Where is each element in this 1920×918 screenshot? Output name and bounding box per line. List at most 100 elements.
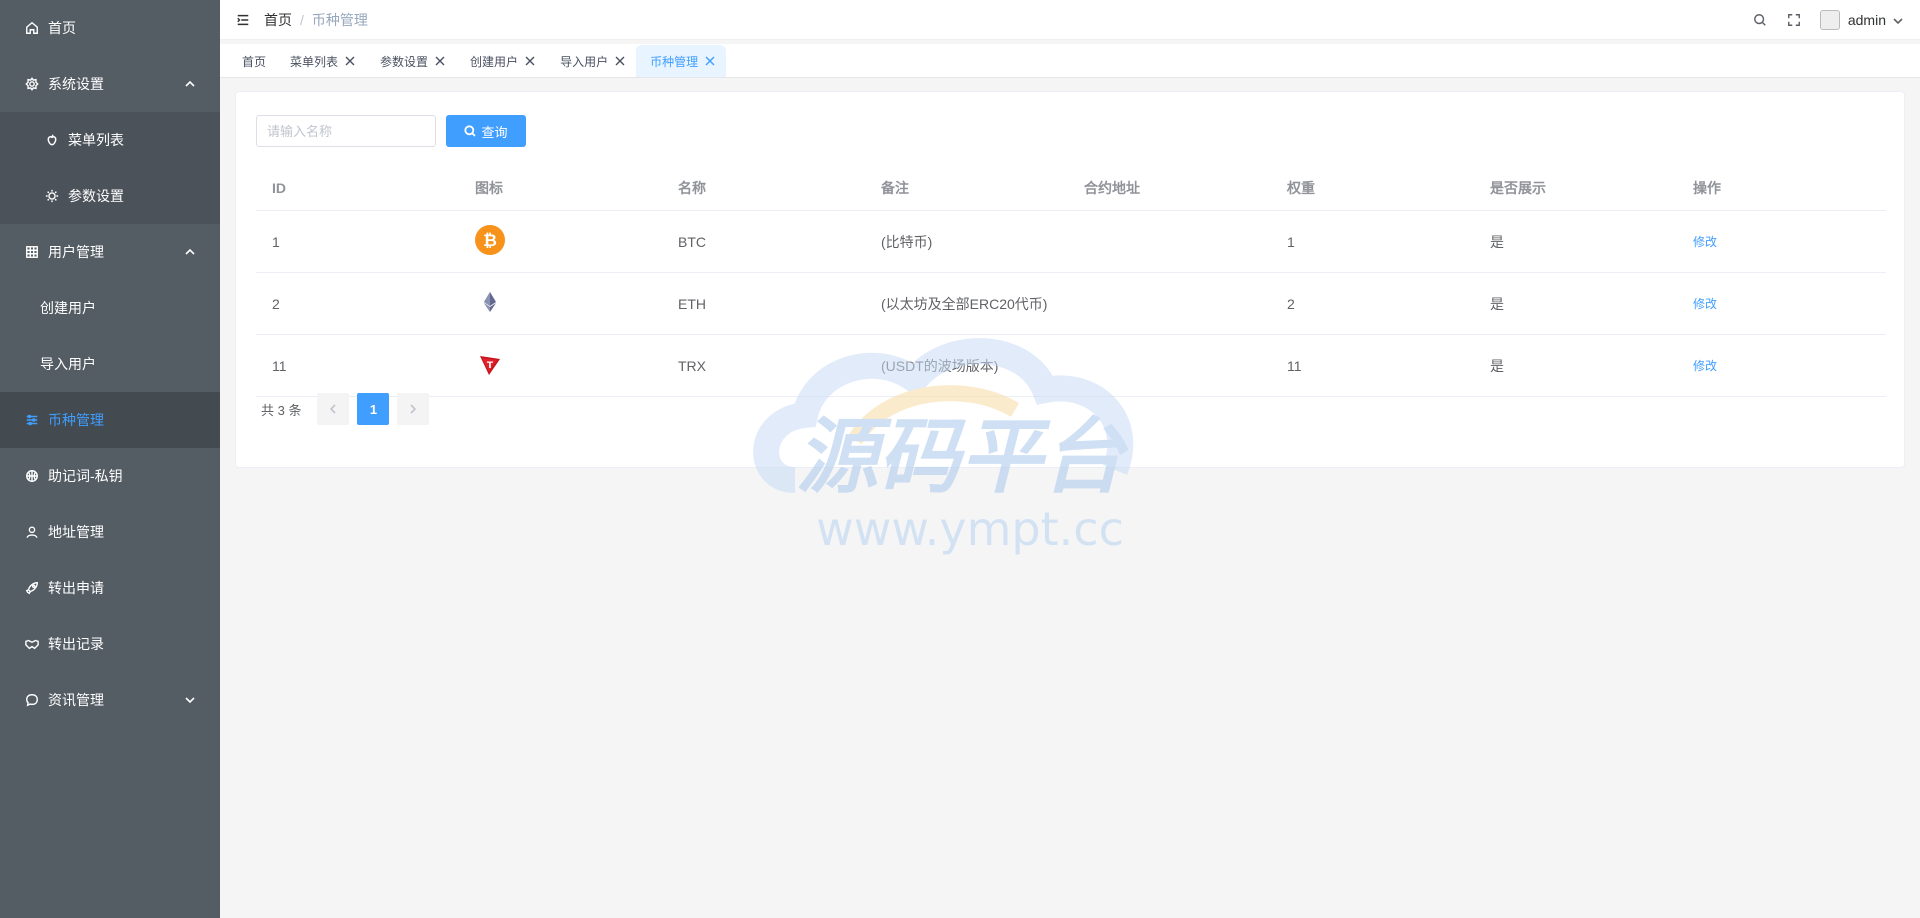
cell-remark: (比特币): [881, 233, 933, 250]
chevron-down-icon: [184, 693, 198, 707]
user-name[interactable]: admin: [1848, 12, 1886, 28]
cell-weight: 2: [1287, 295, 1295, 312]
sidebar-item-user-management[interactable]: 用户管理: [0, 224, 220, 280]
sidebar-item-label: 用户管理: [48, 244, 104, 260]
sidebar: 首页 系统设置 菜单列表 参数设置 用户管理 创建用户 导入用户 币种管理 助记: [0, 0, 220, 918]
cell-actions: 修改: [1677, 357, 1877, 374]
gear-icon: [24, 76, 40, 92]
breadcrumb-separator: /: [300, 11, 304, 28]
cell-icon: T: [459, 349, 662, 382]
sidebar-item-label: 系统设置: [48, 76, 104, 92]
close-icon[interactable]: [434, 55, 446, 67]
cell-remark: (USDT的波场版本): [881, 357, 999, 374]
breadcrumb: 首页 / 币种管理: [264, 10, 368, 30]
edit-link[interactable]: 修改: [1693, 235, 1717, 249]
cell-visible: 是: [1490, 357, 1504, 374]
sliders-icon: [24, 412, 40, 428]
close-icon[interactable]: [344, 55, 356, 67]
tag-label: 参数设置: [380, 54, 429, 69]
close-icon[interactable]: [704, 55, 716, 67]
sidebar-item-label: 币种管理: [48, 412, 104, 428]
column-header-contract-address: 合约地址: [1084, 179, 1140, 196]
sidebar-item-import-user[interactable]: 导入用户: [0, 336, 220, 392]
rocket-icon: [24, 580, 40, 596]
next-page-button[interactable]: [397, 393, 430, 425]
sidebar-item-system-settings[interactable]: 系统设置: [0, 56, 220, 112]
chevron-down-icon[interactable]: [1892, 14, 1904, 26]
sidebar-item-news-management[interactable]: 资讯管理: [0, 672, 220, 728]
table-row: 11 T TRX (USDT的波场版本) 11 是 修改: [256, 335, 1886, 397]
sidebar-item-menu-list[interactable]: 菜单列表: [0, 112, 220, 168]
breadcrumb-home[interactable]: 首页: [264, 10, 292, 30]
avatar[interactable]: [1819, 10, 1840, 30]
sidebar-item-currency-management[interactable]: 币种管理: [0, 392, 220, 448]
table-header: ID 图标 名称 备注 合约地址 权重 是否展示 操作: [256, 165, 1886, 211]
chevron-up-icon: [184, 245, 198, 259]
tag-currency-management[interactable]: 币种管理: [636, 45, 727, 77]
tag-param-settings[interactable]: 参数设置: [366, 45, 456, 77]
sidebar-item-withdraw-request[interactable]: 转出申请: [0, 560, 220, 616]
chevron-up-icon: [184, 77, 198, 91]
sidebar-item-home[interactable]: 首页: [0, 0, 220, 56]
chat-bubble-icon: [24, 692, 40, 708]
cell-icon: [459, 287, 662, 320]
search-button[interactable]: 查询: [446, 115, 526, 147]
hamburger-icon[interactable]: [236, 12, 252, 28]
cell-name: BTC: [678, 233, 706, 250]
cell-weight: 1: [1287, 233, 1295, 250]
home-icon: [24, 20, 40, 36]
tag-create-user[interactable]: 创建用户: [456, 45, 546, 77]
column-header-id: ID: [272, 179, 286, 196]
close-icon[interactable]: [614, 55, 626, 67]
pagination-total: 共 3 条: [261, 402, 302, 418]
cell-icon: ₿: [459, 225, 662, 258]
tag-label: 首页: [242, 54, 267, 69]
edit-link[interactable]: 修改: [1693, 359, 1717, 373]
handshake-icon: [24, 636, 40, 652]
tag-menu-list[interactable]: 菜单列表: [276, 45, 366, 77]
cell-id: 11: [272, 357, 287, 374]
search-icon: [464, 125, 477, 137]
sidebar-item-create-user[interactable]: 创建用户: [0, 280, 220, 336]
system-settings-submenu: 菜单列表 参数设置: [0, 112, 220, 224]
sun-icon: [44, 188, 60, 204]
sidebar-item-label: 菜单列表: [68, 132, 124, 148]
sidebar-item-address-management[interactable]: 地址管理: [0, 504, 220, 560]
table-row: 2 ETH (以太坊及全部ERC20代币) 2 是 修改: [256, 273, 1886, 335]
search-input[interactable]: [256, 115, 436, 147]
page-number[interactable]: 1: [357, 393, 390, 425]
currency-table: ID 图标 名称 备注 合约地址 权重 是否展示 操作 1 ₿ BTC (比特币…: [256, 165, 1886, 397]
tag-import-user[interactable]: 导入用户: [546, 45, 636, 77]
fullscreen-icon[interactable]: [1786, 12, 1802, 28]
prev-page-button[interactable]: [317, 393, 350, 425]
sidebar-item-mnemonic-private-key[interactable]: 助记词-私钥: [0, 448, 220, 504]
tag-label: 菜单列表: [290, 54, 339, 69]
search-button-label: 查询: [481, 124, 508, 140]
cell-weight: 11: [1287, 357, 1302, 374]
cell-id: 1: [272, 233, 280, 250]
sidebar-item-label: 资讯管理: [48, 692, 104, 708]
search-icon[interactable]: [1752, 12, 1768, 28]
column-header-name: 名称: [678, 179, 706, 196]
sidebar-item-param-settings[interactable]: 参数设置: [0, 168, 220, 224]
sidebar-item-label: 助记词-私钥: [48, 468, 123, 484]
cell-id: 2: [272, 295, 280, 312]
breadcrumb-current: 币种管理: [311, 11, 368, 28]
sidebar-item-label: 导入用户: [40, 356, 96, 372]
sidebar-item-withdraw-records[interactable]: 转出记录: [0, 616, 220, 672]
header-right: admin: [1752, 0, 1904, 40]
tag-label: 创建用户: [470, 54, 519, 69]
close-icon[interactable]: [524, 55, 536, 67]
tag-home[interactable]: 首页: [228, 45, 276, 77]
sidebar-item-label: 首页: [48, 20, 76, 36]
sidebar-item-label: 创建用户: [40, 300, 96, 316]
svg-text:T: T: [487, 361, 494, 371]
top-navbar: 首页 / 币种管理 admin: [220, 0, 1920, 40]
ethereum-icon: [484, 292, 496, 312]
sidebar-item-label: 参数设置: [68, 188, 124, 204]
edit-link[interactable]: 修改: [1693, 297, 1717, 311]
basketball-icon: [24, 468, 40, 484]
svg-text:₿: ₿: [483, 231, 497, 251]
cell-name: TRX: [678, 357, 706, 374]
column-header-icon: 图标: [475, 179, 503, 196]
